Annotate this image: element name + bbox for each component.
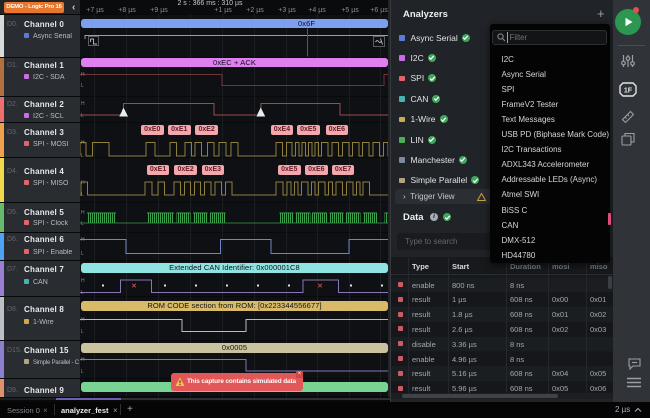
- svg-text:1F: 1F: [624, 88, 633, 95]
